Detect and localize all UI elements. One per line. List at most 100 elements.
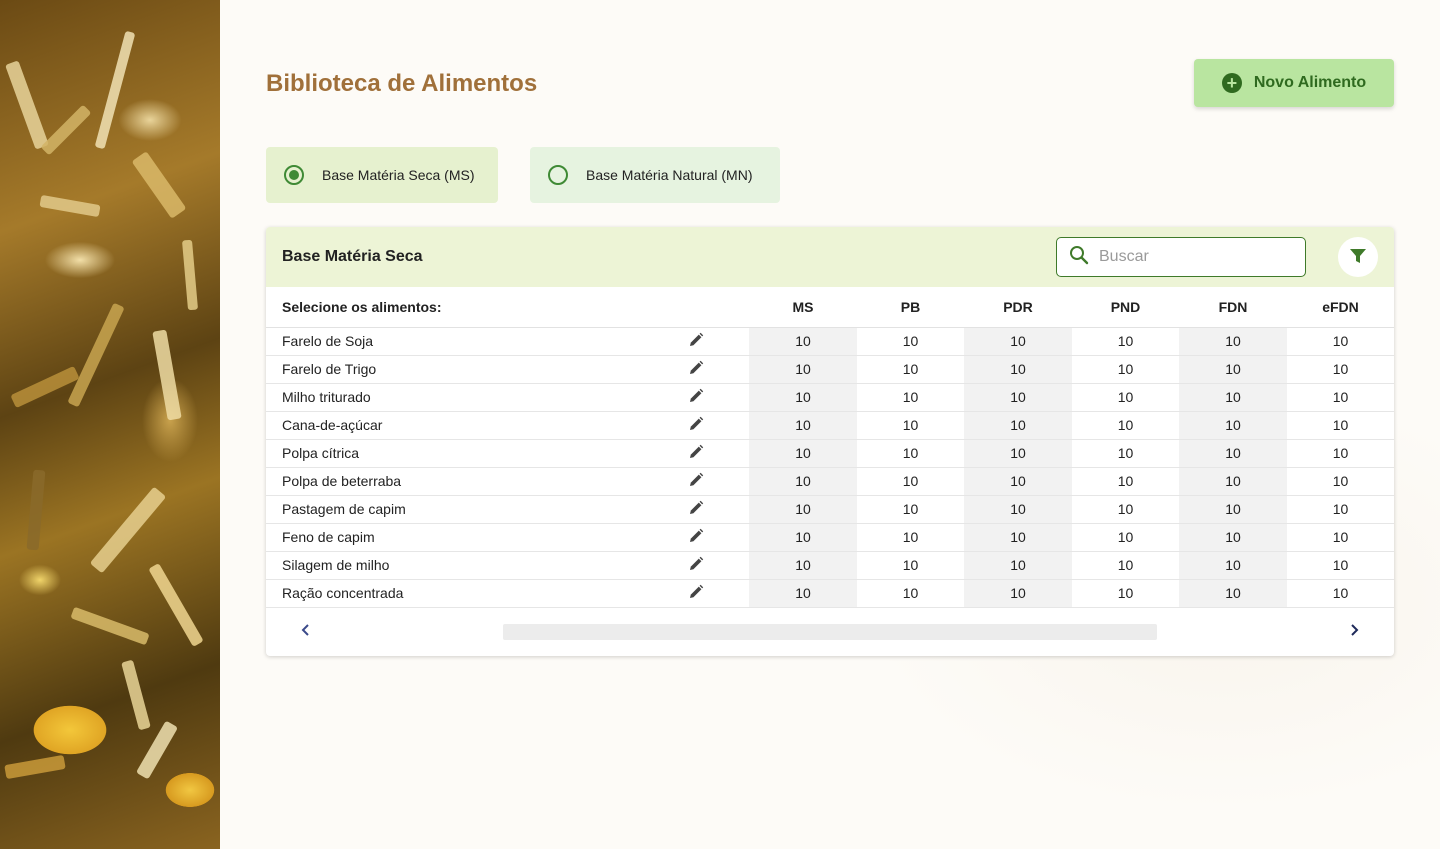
straw-texture [40,104,92,156]
food-name-cell: Milho triturado [266,383,642,412]
value-cell-ms: 10 [749,355,857,384]
select-foods-label: Selecione os alimentos: [266,287,642,328]
value-cell-fdn: 10 [1179,495,1287,524]
edit-cell [642,411,749,440]
straw-texture [152,329,182,421]
value-cell-ms: 10 [749,495,857,524]
value-cell-pnd: 10 [1072,523,1179,552]
table-row[interactable]: Pastagem de capim 10 10 10 10 10 10 [266,495,1394,524]
pencil-icon[interactable] [688,444,704,463]
straw-texture [181,239,199,311]
value-cell-pb: 10 [857,327,964,356]
straw-texture [89,486,167,574]
pencil-icon[interactable] [688,360,704,379]
straw-texture [94,30,136,150]
value-cell-pb: 10 [857,439,964,468]
radio-base-mn[interactable]: Base Matéria Natural (MN) [530,147,780,203]
pencil-icon[interactable] [688,416,704,435]
horizontal-scroll-bar [266,608,1394,656]
straw-texture [5,60,49,150]
value-cell-fdn: 10 [1179,383,1287,412]
value-cell-pdr: 10 [964,411,1072,440]
pencil-icon[interactable] [688,584,704,603]
value-cell-ms: 10 [749,579,857,608]
value-cell-pdr: 10 [964,579,1072,608]
value-cell-fdn: 10 [1179,551,1287,580]
page: Biblioteca de Alimentos + Novo Alimento … [0,0,1440,849]
value-cell-pdr: 10 [964,467,1072,496]
radio-checked-icon [284,165,304,185]
value-cell-efdn: 10 [1287,579,1394,608]
table-row[interactable]: Cana-de-açúcar 10 10 10 10 10 10 [266,411,1394,440]
radio-unchecked-icon [548,165,568,185]
column-header-fdn: FDN [1179,287,1287,328]
radio-base-ms-label: Base Matéria Seca (MS) [322,167,475,183]
food-name-cell: Cana-de-açúcar [266,411,642,440]
straw-texture [67,302,125,408]
value-cell-pnd: 10 [1072,495,1179,524]
value-cell-fdn: 10 [1179,355,1287,384]
scroll-track[interactable] [503,623,1157,640]
value-cell-pb: 10 [857,579,964,608]
value-cell-fdn: 10 [1179,327,1287,356]
filter-button[interactable] [1338,237,1378,277]
value-cell-efdn: 10 [1287,495,1394,524]
value-cell-pb: 10 [857,355,964,384]
value-cell-pb: 10 [857,551,964,580]
table-row[interactable]: Feno de capim 10 10 10 10 10 10 [266,523,1394,552]
search-field[interactable] [1056,237,1306,277]
pencil-icon[interactable] [688,528,704,547]
value-cell-pnd: 10 [1072,439,1179,468]
value-cell-pb: 10 [857,467,964,496]
plus-circle-icon: + [1221,73,1242,93]
value-cell-pb: 10 [857,383,964,412]
pencil-icon[interactable] [688,472,704,491]
edit-cell [642,467,749,496]
value-cell-fdn: 10 [1179,439,1287,468]
table-row[interactable]: Milho triturado 10 10 10 10 10 10 [266,383,1394,412]
table-row[interactable]: Polpa de beterraba 10 10 10 10 10 10 [266,467,1394,496]
pencil-icon[interactable] [688,556,704,575]
value-cell-pnd: 10 [1072,327,1179,356]
pencil-icon[interactable] [688,388,704,407]
table-row[interactable]: Farelo de Soja 10 10 10 10 10 10 [266,327,1394,356]
value-cell-efdn: 10 [1287,439,1394,468]
page-title: Biblioteca de Alimentos [266,70,538,97]
food-name-cell: Pastagem de capim [266,495,642,524]
search-input[interactable] [1099,248,1289,266]
column-header-pdr: PDR [964,287,1072,328]
value-cell-ms: 10 [749,523,857,552]
food-name-cell: Silagem de milho [266,551,642,580]
value-cell-ms: 10 [749,439,857,468]
food-name-cell: Ração concentrada [266,579,642,608]
straw-texture [26,469,46,551]
value-cell-ms: 10 [749,383,857,412]
value-cell-pnd: 10 [1072,383,1179,412]
edit-cell [642,383,749,412]
scroll-right-button[interactable] [1342,620,1366,644]
pencil-icon[interactable] [688,500,704,519]
value-cell-efdn: 10 [1287,355,1394,384]
table-row[interactable]: Polpa cítrica 10 10 10 10 10 10 [266,439,1394,468]
radio-base-mn-label: Base Matéria Natural (MN) [586,167,753,183]
value-cell-pnd: 10 [1072,411,1179,440]
value-cell-pdr: 10 [964,327,1072,356]
table-row[interactable]: Ração concentrada 10 10 10 10 10 10 [266,579,1394,608]
table-row[interactable]: Silagem de milho 10 10 10 10 10 10 [266,551,1394,580]
edit-cell [642,523,749,552]
value-cell-ms: 10 [749,467,857,496]
edit-cell [642,579,749,608]
value-cell-pb: 10 [857,411,964,440]
value-cell-pb: 10 [857,523,964,552]
scroll-left-button[interactable] [294,620,318,644]
new-food-button[interactable]: + Novo Alimento [1194,59,1394,107]
value-cell-ms: 10 [749,327,857,356]
radio-base-ms[interactable]: Base Matéria Seca (MS) [266,147,498,203]
value-cell-ms: 10 [749,411,857,440]
value-cell-pnd: 10 [1072,579,1179,608]
straw-texture [148,563,204,647]
food-name-cell: Polpa de beterraba [266,467,642,496]
food-name-cell: Polpa cítrica [266,439,642,468]
table-row[interactable]: Farelo de Trigo 10 10 10 10 10 10 [266,355,1394,384]
pencil-icon[interactable] [688,332,704,351]
